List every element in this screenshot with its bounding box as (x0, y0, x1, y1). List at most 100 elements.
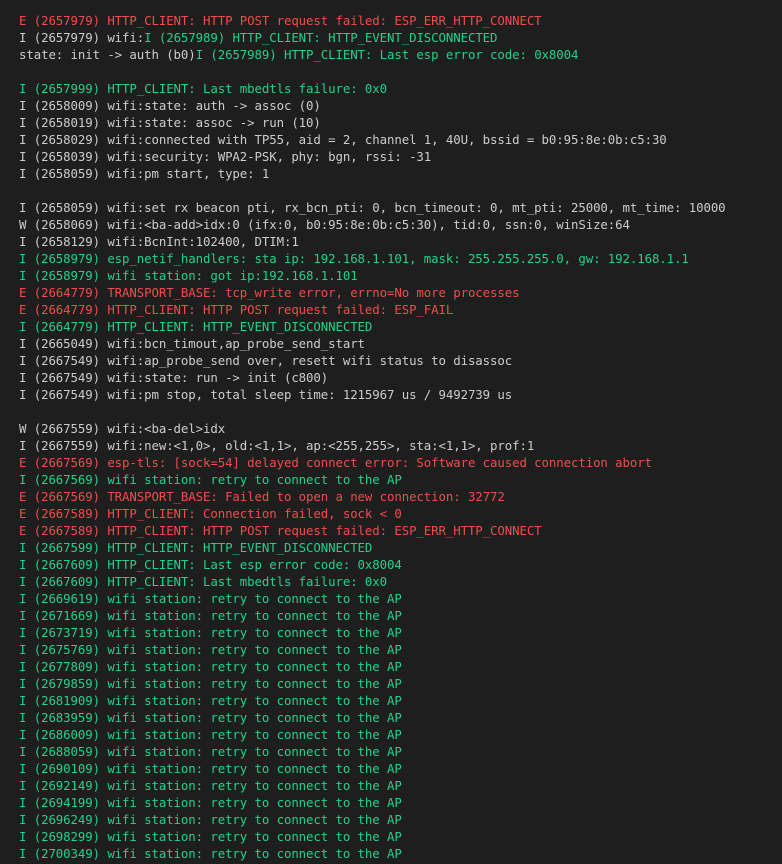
log-segment: I (2671669) wifi station: retry to conne… (19, 608, 402, 623)
log-line: I (2664779) HTTP_CLIENT: HTTP_EVENT_DISC… (19, 318, 782, 335)
log-line: E (2667569) esp-tls: [sock=54] delayed c… (19, 454, 782, 471)
log-segment: I (2667599) HTTP_CLIENT: HTTP_EVENT_DISC… (19, 540, 373, 555)
log-segment: I (2664779) HTTP_CLIENT: HTTP_EVENT_DISC… (19, 319, 373, 334)
log-segment: state: init -> auth (b0) (19, 47, 196, 62)
log-line: I (2658979) esp_netif_handlers: sta ip: … (19, 250, 782, 267)
blank-log-line (19, 403, 782, 420)
log-segment: I (2657999) HTTP_CLIENT: Last mbedtls fa… (19, 81, 387, 96)
log-line: I (2673719) wifi station: retry to conne… (19, 624, 782, 641)
log-line: I (2679859) wifi station: retry to conne… (19, 675, 782, 692)
log-line: I (2667549) wifi:state: run -> init (c80… (19, 369, 782, 386)
log-line: I (2658059) wifi:set rx beacon pti, rx_b… (19, 199, 782, 216)
log-line: I (2658039) wifi:security: WPA2-PSK, phy… (19, 148, 782, 165)
log-line: I (2686009) wifi station: retry to conne… (19, 726, 782, 743)
log-segment: I (2658039) wifi:security: WPA2-PSK, phy… (19, 149, 432, 164)
log-line: W (2658069) wifi:<ba-add>idx:0 (ifx:0, b… (19, 216, 782, 233)
log-line: W (2667559) wifi:<ba-del>idx (19, 420, 782, 437)
log-segment: I (2658059) wifi:pm start, type: 1 (19, 166, 270, 181)
log-segment: I (2667549) wifi:pm stop, total sleep ti… (19, 387, 513, 402)
log-segment: I (2681909) wifi station: retry to conne… (19, 693, 402, 708)
log-segment: I (2658129) wifi:BcnInt:102400, DTIM:1 (19, 234, 299, 249)
log-line: I (2692149) wifi station: retry to conne… (19, 777, 782, 794)
log-line: I (2671669) wifi station: retry to conne… (19, 607, 782, 624)
log-line: E (2657979) HTTP_CLIENT: HTTP POST reque… (19, 12, 782, 29)
log-line: I (2677809) wifi station: retry to conne… (19, 658, 782, 675)
log-line: I (2658019) wifi:state: assoc -> run (10… (19, 114, 782, 131)
log-line: I (2690109) wifi station: retry to conne… (19, 760, 782, 777)
log-segment: I (2667609) HTTP_CLIENT: Last esp error … (19, 557, 402, 572)
log-segment: I (2667559) wifi:new:<1,0>, old:<1,1>, a… (19, 438, 535, 453)
log-segment: I (2658979) wifi station: got ip:192.168… (19, 268, 358, 283)
log-segment: I (2677809) wifi station: retry to conne… (19, 659, 402, 674)
log-line: I (2667609) HTTP_CLIENT: Last esp error … (19, 556, 782, 573)
log-line: E (2667589) HTTP_CLIENT: HTTP POST reque… (19, 522, 782, 539)
log-line: I (2696249) wifi station: retry to conne… (19, 811, 782, 828)
log-segment: E (2667569) esp-tls: [sock=54] delayed c… (19, 455, 652, 470)
log-segment: I (2667549) wifi:ap_probe_send over, res… (19, 353, 513, 368)
log-line: I (2667549) wifi:pm stop, total sleep ti… (19, 386, 782, 403)
log-segment: I (2698299) wifi station: retry to conne… (19, 829, 402, 844)
log-segment: I (2683959) wifi station: retry to conne… (19, 710, 402, 725)
log-line: I (2667599) HTTP_CLIENT: HTTP_EVENT_DISC… (19, 539, 782, 556)
log-line: I (2667549) wifi:ap_probe_send over, res… (19, 352, 782, 369)
log-segment: I (2696249) wifi station: retry to conne… (19, 812, 402, 827)
log-line: E (2667589) HTTP_CLIENT: Connection fail… (19, 505, 782, 522)
log-line: E (2664779) HTTP_CLIENT: HTTP POST reque… (19, 301, 782, 318)
log-line: E (2667569) TRANSPORT_BASE: Failed to op… (19, 488, 782, 505)
log-line: I (2667609) HTTP_CLIENT: Last mbedtls fa… (19, 573, 782, 590)
log-segment: W (2667559) wifi:<ba-del>idx (19, 421, 226, 436)
log-line: I (2667559) wifi:new:<1,0>, old:<1,1>, a… (19, 437, 782, 454)
terminal-output[interactable]: E (2657979) HTTP_CLIENT: HTTP POST reque… (0, 0, 782, 864)
log-segment: I (2688059) wifi station: retry to conne… (19, 744, 402, 759)
log-segment: I (2658019) wifi:state: assoc -> run (10… (19, 115, 321, 130)
log-segment: E (2657979) HTTP_CLIENT: HTTP POST reque… (19, 13, 542, 28)
blank-log-line (19, 182, 782, 199)
log-segment: W (2658069) wifi:<ba-add>idx:0 (ifx:0, b… (19, 217, 630, 232)
log-line: I (2675769) wifi station: retry to conne… (19, 641, 782, 658)
log-line: I (2658129) wifi:BcnInt:102400, DTIM:1 (19, 233, 782, 250)
log-segment: I (2657989) HTTP_CLIENT: Last esp error … (195, 47, 579, 62)
log-segment: I (2690109) wifi station: retry to conne… (19, 761, 402, 776)
log-segment: I (2667569) wifi station: retry to conne… (19, 472, 402, 487)
log-line: I (2669619) wifi station: retry to conne… (19, 590, 782, 607)
log-line: I (2657979) wifi:I (2657989) HTTP_CLIENT… (19, 29, 782, 46)
log-line: I (2665049) wifi:bcn_timout,ap_probe_sen… (19, 335, 782, 352)
log-line: I (2658979) wifi station: got ip:192.168… (19, 267, 782, 284)
log-line: I (2658059) wifi:pm start, type: 1 (19, 165, 782, 182)
log-segment: I (2667549) wifi:state: run -> init (c80… (19, 370, 329, 385)
log-segment: I (2679859) wifi station: retry to conne… (19, 676, 402, 691)
log-segment: I (2673719) wifi station: retry to conne… (19, 625, 402, 640)
log-segment: I (2658059) wifi:set rx beacon pti, rx_b… (19, 200, 726, 215)
log-line: I (2658029) wifi:connected with TP55, ai… (19, 131, 782, 148)
log-line: I (2694199) wifi station: retry to conne… (19, 794, 782, 811)
log-segment: E (2664779) HTTP_CLIENT: HTTP POST reque… (19, 302, 454, 317)
log-line: I (2698299) wifi station: retry to conne… (19, 828, 782, 845)
log-segment: I (2658979) esp_netif_handlers: sta ip: … (19, 251, 689, 266)
log-segment: I (2700349) wifi station: retry to conne… (19, 846, 402, 861)
log-line: I (2700349) wifi station: retry to conne… (19, 845, 782, 862)
log-segment: E (2664779) TRANSPORT_BASE: tcp_write er… (19, 285, 520, 300)
blank-log-line (19, 63, 782, 80)
log-segment: I (2657989) HTTP_CLIENT: HTTP_EVENT_DISC… (144, 30, 498, 45)
log-line: E (2664779) TRANSPORT_BASE: tcp_write er… (19, 284, 782, 301)
log-line: I (2681909) wifi station: retry to conne… (19, 692, 782, 709)
log-segment: I (2658009) wifi:state: auth -> assoc (0… (19, 98, 321, 113)
log-segment: E (2667589) HTTP_CLIENT: HTTP POST reque… (19, 523, 542, 538)
log-segment: I (2694199) wifi station: retry to conne… (19, 795, 402, 810)
log-segment: I (2658029) wifi:connected with TP55, ai… (19, 132, 667, 147)
log-segment: I (2667609) HTTP_CLIENT: Last mbedtls fa… (19, 574, 387, 589)
log-segment: E (2667589) HTTP_CLIENT: Connection fail… (19, 506, 402, 521)
log-line: I (2657999) HTTP_CLIENT: Last mbedtls fa… (19, 80, 782, 97)
log-segment: I (2686009) wifi station: retry to conne… (19, 727, 402, 742)
log-segment: I (2665049) wifi:bcn_timout,ap_probe_sen… (19, 336, 365, 351)
log-line: I (2658009) wifi:state: auth -> assoc (0… (19, 97, 782, 114)
log-segment: I (2692149) wifi station: retry to conne… (19, 778, 402, 793)
log-line: I (2688059) wifi station: retry to conne… (19, 743, 782, 760)
log-line: I (2683959) wifi station: retry to conne… (19, 709, 782, 726)
log-line: state: init -> auth (b0)I (2657989) HTTP… (19, 46, 782, 63)
log-segment: I (2669619) wifi station: retry to conne… (19, 591, 402, 606)
log-segment: I (2657979) wifi: (19, 30, 145, 45)
log-segment: E (2667569) TRANSPORT_BASE: Failed to op… (19, 489, 505, 504)
log-line: I (2667569) wifi station: retry to conne… (19, 471, 782, 488)
log-segment: I (2675769) wifi station: retry to conne… (19, 642, 402, 657)
